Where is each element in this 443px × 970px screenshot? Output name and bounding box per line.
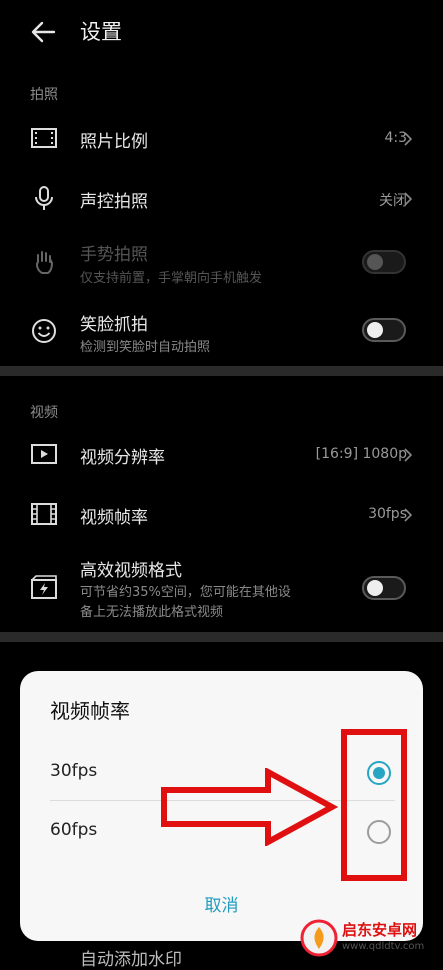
video-resolution-icon bbox=[31, 444, 57, 464]
watermark-name: 启东安卓网 bbox=[342, 921, 418, 939]
setting-subtitle: 检测到笑脸时自动拍照 bbox=[80, 340, 211, 355]
setting-photo-aspect[interactable]: 照片比例 4:3 bbox=[0, 108, 443, 168]
back-arrow-icon[interactable] bbox=[28, 16, 60, 48]
setting-auto-watermark[interactable]: 自动添加水印 bbox=[80, 945, 182, 970]
smiley-icon bbox=[32, 319, 56, 343]
cancel-button[interactable]: 取消 bbox=[20, 891, 423, 916]
dialog-title: 视频帧率 bbox=[50, 699, 130, 723]
smile-toggle[interactable] bbox=[362, 318, 406, 342]
chevron-right-icon bbox=[404, 132, 413, 146]
setting-gesture-capture: 手势拍照 仅支持前置，手掌朝向手机触发 bbox=[0, 232, 443, 296]
setting-smile-capture[interactable]: 笑脸抓拍 检测到笑脸时自动拍照 bbox=[0, 300, 443, 362]
site-watermark: 启东安卓网 www.qdldtv.com bbox=[300, 915, 443, 960]
header: 设置 bbox=[0, 0, 443, 64]
palm-icon bbox=[36, 251, 54, 274]
section-label-video: 视频 bbox=[30, 405, 58, 421]
setting-value: 30fps bbox=[368, 506, 407, 522]
setting-title: 视频帧率 bbox=[80, 508, 148, 528]
chevron-right-icon bbox=[404, 448, 413, 462]
setting-title: 声控拍照 bbox=[80, 192, 148, 212]
aspect-ratio-icon bbox=[31, 128, 57, 148]
annotation-highlight-box bbox=[341, 729, 407, 881]
setting-video-resolution[interactable]: 视频分辨率 [16:9] 1080p bbox=[0, 424, 443, 484]
film-strip-icon bbox=[31, 503, 57, 525]
page-title: 设置 bbox=[80, 20, 122, 44]
watermark-url: www.qdldtv.com bbox=[342, 941, 425, 952]
setting-voice-capture[interactable]: 声控拍照 关闭 bbox=[0, 168, 443, 228]
gesture-toggle bbox=[362, 250, 406, 274]
setting-title: 笑脸抓拍 bbox=[80, 315, 148, 335]
setting-subtitle-line1: 可节省约35%空间，您可能在其他设 bbox=[80, 585, 291, 600]
toggle-knob bbox=[367, 254, 383, 270]
microphone-icon bbox=[35, 186, 53, 210]
toggle-knob bbox=[367, 322, 383, 338]
setting-value: [16:9] 1080p bbox=[315, 446, 407, 462]
setting-title: 高效视频格式 bbox=[80, 561, 182, 581]
toggle-knob bbox=[367, 580, 383, 596]
option-label: 60fps bbox=[50, 820, 98, 840]
annotation-arrow-icon bbox=[161, 768, 338, 846]
setting-video-framerate[interactable]: 视频帧率 30fps bbox=[0, 484, 443, 544]
option-label: 30fps bbox=[50, 761, 98, 781]
setting-title: 照片比例 bbox=[80, 132, 148, 152]
hevc-toggle[interactable] bbox=[362, 576, 406, 600]
section-divider bbox=[0, 366, 443, 376]
watermark-logo-icon bbox=[300, 919, 338, 957]
setting-hevc-format[interactable]: 高效视频格式 可节省约35%空间，您可能在其他设 备上无法播放此格式视频 bbox=[0, 548, 443, 628]
section-label-photo: 拍照 bbox=[30, 87, 58, 103]
setting-subtitle-line2: 备上无法播放此格式视频 bbox=[80, 605, 224, 620]
chevron-right-icon bbox=[404, 192, 413, 206]
chevron-right-icon bbox=[404, 508, 413, 522]
setting-title: 手势拍照 bbox=[80, 245, 148, 265]
setting-title: 视频分辨率 bbox=[80, 448, 165, 468]
setting-subtitle: 仅支持前置，手掌朝向手机触发 bbox=[80, 271, 263, 286]
video-flash-icon bbox=[31, 575, 57, 599]
section-divider bbox=[0, 632, 443, 642]
